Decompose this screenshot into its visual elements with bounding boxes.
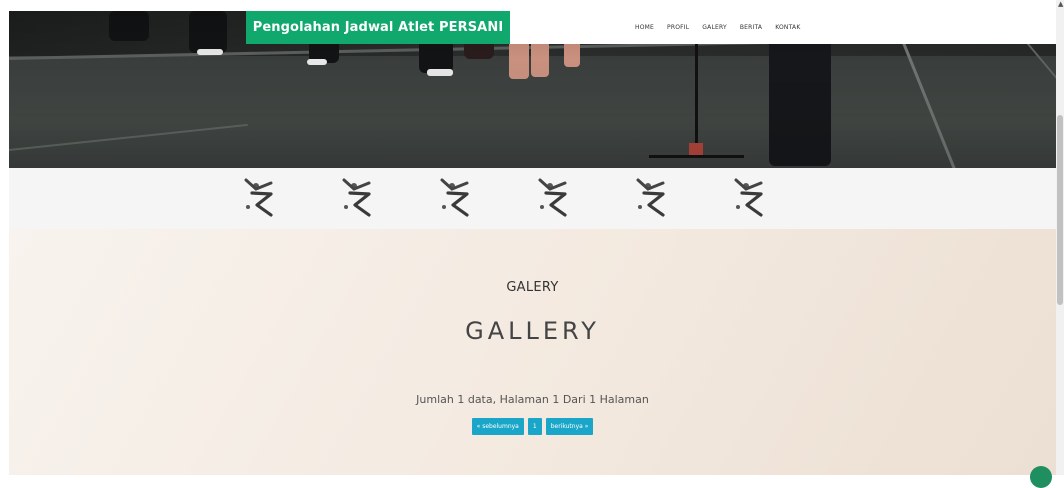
- prev-page-button[interactable]: « sebelumnya: [471, 418, 524, 435]
- scrollbar-thumb[interactable]: [1057, 115, 1063, 305]
- gymnast-logo-icon: [342, 178, 371, 217]
- logo-strip: [9, 168, 1056, 229]
- nav-item-home[interactable]: HOME: [635, 24, 654, 31]
- data-count-info: Jumlah 1 data, Halaman 1 Dari 1 Halaman: [416, 393, 649, 406]
- page-title: GALLERY: [465, 317, 600, 345]
- site-brand[interactable]: Pengolahan Jadwal Atlet PERSANI: [246, 11, 510, 44]
- gallery-section: GALERY GALLERY Jumlah 1 data, Halaman 1 …: [9, 229, 1056, 475]
- top-strip: [0, 0, 1056, 11]
- main-nav: HOME PROFIL GALERY BERITA KONTAK: [510, 11, 1056, 44]
- page-number-button[interactable]: 1: [527, 418, 542, 435]
- gymnast-logo-icon: [636, 178, 665, 217]
- nav-item-galery[interactable]: GALERY: [702, 24, 727, 31]
- gymnast-logo-icon: [538, 178, 567, 217]
- gymnast-logo-icon: [734, 178, 763, 217]
- nav-item-berita[interactable]: BERITA: [740, 24, 762, 31]
- nav-item-kontak[interactable]: KONTAK: [775, 24, 800, 31]
- breadcrumb: GALERY: [506, 280, 559, 295]
- floating-action-button[interactable]: [1030, 466, 1052, 488]
- nav-item-profil[interactable]: PROFIL: [667, 24, 689, 31]
- pagination: « sebelumnya 1 berikutnya »: [9, 418, 1056, 435]
- scroll-up-icon[interactable]: ▲: [1058, 0, 1063, 8]
- gymnast-logo-icon: [244, 178, 273, 217]
- gymnast-logo-icon: [440, 178, 469, 217]
- next-page-button[interactable]: berikutnya »: [545, 418, 594, 435]
